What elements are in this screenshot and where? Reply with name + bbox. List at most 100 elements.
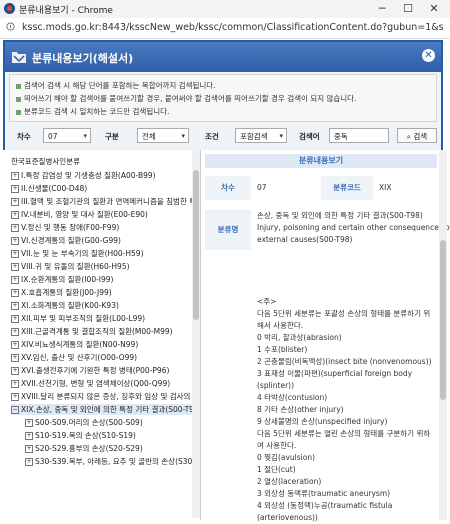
tree-item[interactable]: + XIV.비뇨생식계통의 질환(N00-N99) xyxy=(11,339,138,350)
detail-scrollbar[interactable] xyxy=(439,150,447,520)
search-form: 차수 07 ▾ 구분 전체 ▾ 조건 포함검색 ▾ 검색어 중독 ⌕ 검색 xyxy=(9,126,437,148)
expand-icon: + xyxy=(11,367,19,375)
expand-icon: + xyxy=(11,380,19,388)
tree-item[interactable]: + X.호흡계통의 질환(J00-J99) xyxy=(11,287,112,298)
tree-item[interactable]: + XIII.근골격계통 및 결합조직의 질환(M00-M99) xyxy=(11,326,173,337)
detail-body-line: 0 박리, 찰과상(abrasion) xyxy=(257,333,342,342)
expand-icon: + xyxy=(11,393,19,401)
url-text: kssc.mods.go.kr:8443/ksscNew_web/kssc/co… xyxy=(22,22,444,33)
notice-line: 검색어 검색 시 해당 단어를 포함하는 복합어까지 검색됩니다. xyxy=(16,80,216,91)
expand-icon: + xyxy=(25,445,33,453)
detail-scroll-thumb[interactable] xyxy=(440,240,446,400)
detail-body-line: 4 타박상(contusion) xyxy=(257,393,328,402)
tree-scrollbar[interactable] xyxy=(192,150,200,518)
maximize-icon[interactable]: ☐ xyxy=(398,1,418,17)
keyword-label: 검색어 xyxy=(299,132,320,141)
condition-label: 조건 xyxy=(205,132,219,141)
detail-body-line: 1 수포(blister) xyxy=(257,345,308,354)
expand-icon: + xyxy=(11,172,19,180)
tree-item[interactable]: + XVI.출생전후기에 기원한 특정 병태(P00-P96) xyxy=(11,365,169,376)
folder-icon xyxy=(12,52,26,63)
detail-degree-value: 07 xyxy=(257,183,267,192)
expand-icon: + xyxy=(11,237,19,245)
expand-icon: + xyxy=(11,211,19,219)
tree-item[interactable]: + XVII.선천기형, 변형 및 염색체이상(Q00-Q99) xyxy=(11,378,170,389)
expand-icon: + xyxy=(11,198,19,206)
tree-subitem[interactable]: + S10-S19.목의 손상(S10-S19) xyxy=(25,430,136,441)
condition-select[interactable]: 포함검색 ▾ xyxy=(235,128,287,143)
tree-item[interactable]: + XI.소화계통의 질환(K00-K93) xyxy=(11,300,119,311)
tree-subitem[interactable]: + S20-S29.흉부의 손상(S20-S29) xyxy=(25,443,143,454)
tree-item[interactable]: + VI.신경계통의 질환(G00-G99) xyxy=(11,235,121,246)
tree-item[interactable]: + XVIII.달리 분류되지 않은 증상, 징후와 임상 및 검사의 이 xyxy=(11,391,200,402)
expand-icon: + xyxy=(25,458,33,466)
type-label: 구분 xyxy=(105,132,119,141)
window-title: 분류내용보기 - Chrome xyxy=(19,6,113,16)
tree-item[interactable]: + XV.임신, 출산 및 산후기(O00-O99) xyxy=(11,352,137,363)
expand-icon: + xyxy=(11,185,19,193)
close-window-icon[interactable]: ✕ xyxy=(424,1,444,17)
detail-body-line: 3 표재성 이물(파편)(superficial foreign body xyxy=(257,369,413,378)
notice-box: 검색어 검색 시 해당 단어를 포함하는 복합어까지 검색됩니다. 띄어쓰기 해… xyxy=(9,74,437,122)
expand-icon: + xyxy=(25,419,33,427)
tree-item[interactable]: + II.신생물(C00-D48) xyxy=(11,183,87,194)
tree-item[interactable]: + I.특정 감염성 및 기생충성 질환(A00-B99) xyxy=(11,170,156,181)
detail-body-line: 2 곤충물림(비독액성)(insect bite (nonvenomous)) xyxy=(257,357,432,366)
detail-body-line: 여 사용한다. xyxy=(257,441,297,450)
search-icon: ⌕ xyxy=(406,132,411,141)
detail-name-label: 분류명 xyxy=(205,210,251,250)
detail-body-line: 9 상세불명의 손상(unspecified injury) xyxy=(257,417,388,426)
expand-icon: + xyxy=(11,224,19,232)
tree-scroll-thumb[interactable] xyxy=(193,170,199,320)
tree-item[interactable]: + IX.순환계통의 질환(I00-I99) xyxy=(11,274,114,285)
tree-subitem[interactable]: + S30-S39.복부, 아래등, 요추 및 골반의 손상(S30-S39) xyxy=(25,456,200,467)
detail-body-line: 4 외상성 (동정맥)누공(traumatic fistula xyxy=(257,501,393,510)
detail-body-line: 2 열상(laceration) xyxy=(257,477,322,486)
detail-body-line: (splinter)) xyxy=(257,381,295,390)
notice-line: 띄어쓰기 해야 할 검색어를 붙여쓰기할 경우, 붙여써야 할 검색어를 띄어쓰… xyxy=(16,93,356,104)
tree-root[interactable]: 한국표준질병사인분류 xyxy=(11,156,80,167)
expand-icon: + xyxy=(11,315,19,323)
detail-body-line: (arteriovenous)) xyxy=(257,513,318,522)
detail-header: 분류내용보기 xyxy=(205,154,437,168)
expand-icon: + xyxy=(11,289,19,297)
collapse-icon: − xyxy=(11,406,19,414)
detail-body-line: 1 절단(cut) xyxy=(257,465,296,474)
dialog-title: 분류내용보기(해설서) xyxy=(32,52,134,65)
detail-degree-label: 차수 xyxy=(205,176,251,200)
type-select[interactable]: 전체 ▾ xyxy=(137,128,189,143)
detail-body-line: 다음 5단위 세분류는 열린 손상의 형태를 구분하기 위하 xyxy=(257,429,431,438)
address-bar[interactable]: kssc.mods.go.kr:8443/ksscNew_web/kssc/co… xyxy=(0,18,450,39)
search-button[interactable]: ⌕ 검색 xyxy=(397,128,437,143)
detail-body-line: 8 기타 손상(other injury) xyxy=(257,405,344,414)
minimize-icon[interactable]: ─ xyxy=(372,1,392,17)
tree-item[interactable]: + III.혈액 및 조혈기관의 질환과 면역메커니즘을 침범한 특· xyxy=(11,196,199,207)
tree-item[interactable]: + IV.내분비, 영양 및 대사 질환(E00-E90) xyxy=(11,209,148,220)
tree-item[interactable]: + VIII.귀 및 유돌의 질환(H60-H95) xyxy=(11,261,130,272)
tree-item[interactable]: + XII.피부 및 피부조직의 질환(L00-L99) xyxy=(11,313,145,324)
expand-icon: + xyxy=(11,354,19,362)
detail-code-label: 분류코드 xyxy=(321,176,373,200)
browser-titlebar: 분류내용보기 - Chrome ─ ☐ ✕ xyxy=(0,0,450,18)
keyword-input[interactable]: 중독 xyxy=(329,128,389,143)
close-dialog-button[interactable]: ✕ xyxy=(422,49,435,62)
detail-panel: 분류내용보기 차수 07 분류코드 XIX 분류명 손상, 중독 및 외인에 의… xyxy=(201,150,450,522)
expand-icon: + xyxy=(11,276,19,284)
detail-body-line: 3 외상성 동맥류(traumatic aneurysm) xyxy=(257,489,391,498)
tree-item-selected[interactable]: − XIX.손상, 중독 및 외인에 의한 특정 기타 결과(S00-T98) xyxy=(11,404,200,415)
expand-icon: + xyxy=(11,341,19,349)
tree-item[interactable]: + VII.눈 및 눈 부속기의 질환(H00-H59) xyxy=(11,248,144,259)
classification-tree[interactable]: 한국표준질병사인분류 + I.특정 감염성 및 기생충성 질환(A00-B99) … xyxy=(3,150,201,520)
degree-label: 차수 xyxy=(17,132,31,141)
notice-line: 분류코드 검색 시 일치하는 코드만 검색됩니다. xyxy=(16,106,169,117)
tree-subitem[interactable]: + S00-S09.머리의 손상(S00-S09) xyxy=(25,417,143,428)
site-favicon-icon xyxy=(4,3,15,14)
expand-icon: + xyxy=(11,328,19,336)
degree-select[interactable]: 07 ▾ xyxy=(43,128,91,143)
detail-body-line: 해서 사용한다. xyxy=(257,321,304,330)
expand-icon: + xyxy=(11,250,19,258)
tree-item[interactable]: + V.정신 및 행동 장애(F00-F99) xyxy=(11,222,119,233)
site-info-icon[interactable] xyxy=(6,22,15,31)
detail-code-value: XIX xyxy=(379,183,392,192)
expand-icon: + xyxy=(25,432,33,440)
